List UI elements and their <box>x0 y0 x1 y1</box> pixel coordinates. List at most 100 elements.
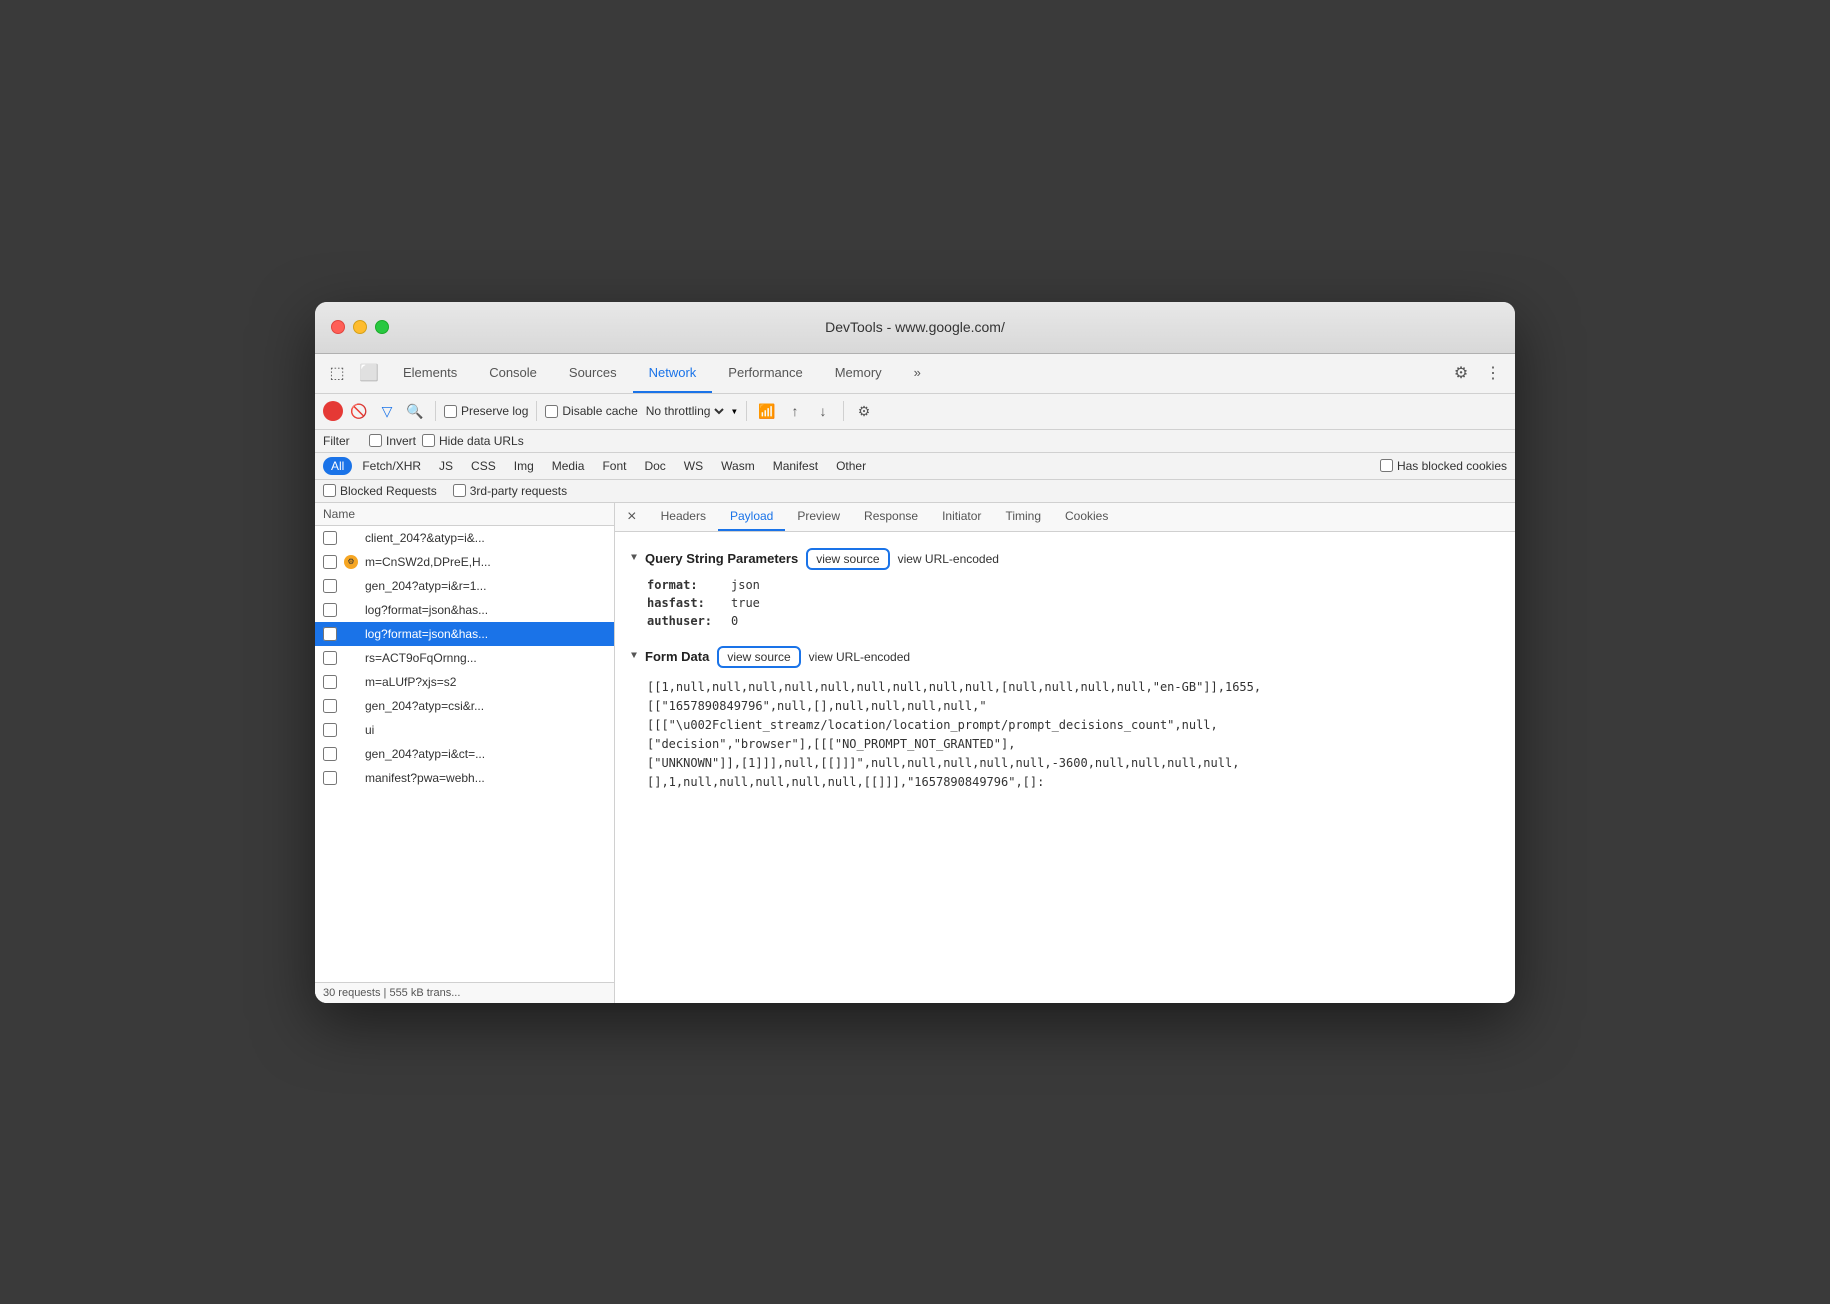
list-item-checkbox[interactable] <box>323 771 337 785</box>
list-item-name: m=CnSW2d,DPreE,H... <box>365 555 606 569</box>
wifi-icon[interactable]: 📶 <box>755 399 779 423</box>
list-item-icon <box>343 530 359 546</box>
preserve-log-checkbox[interactable] <box>444 405 457 418</box>
view-url-encoded-button-form[interactable]: view URL-encoded <box>809 650 910 664</box>
tab-performance[interactable]: Performance <box>712 353 818 393</box>
list-item-checkbox[interactable] <box>323 531 337 545</box>
filter-btn-css[interactable]: CSS <box>463 457 504 475</box>
blocked-requests-checkbox[interactable] <box>323 484 336 497</box>
download-icon[interactable]: ↓ <box>811 399 835 423</box>
filter-btn-all[interactable]: All <box>323 457 352 475</box>
form-data-title: Form Data <box>645 649 709 664</box>
filter-btn-font[interactable]: Font <box>594 457 634 475</box>
list-item[interactable]: client_204?&atyp=i&... <box>315 526 614 550</box>
hide-data-urls-checkbox[interactable] <box>422 434 435 447</box>
invert-checkbox[interactable] <box>369 434 382 447</box>
cursor-icon[interactable]: ⬚ <box>323 359 351 387</box>
list-item-selected[interactable]: log?format=json&has... <box>315 622 614 646</box>
list-item[interactable]: m=aLUfP?xjs=s2 <box>315 670 614 694</box>
view-source-button-query[interactable]: view source <box>806 548 889 570</box>
list-item-icon <box>343 626 359 642</box>
list-item[interactable]: rs=ACT9oFqOrnng... <box>315 646 614 670</box>
toolbar-right-icons: ⚙ ⋮ <box>1447 359 1507 387</box>
list-item-checkbox[interactable] <box>323 627 337 641</box>
tab-console[interactable]: Console <box>473 353 553 393</box>
list-item[interactable]: gen_204?atyp=csi&r... <box>315 694 614 718</box>
list-item-checkbox[interactable] <box>323 699 337 713</box>
device-icon[interactable]: ⬜ <box>355 359 383 387</box>
upload-icon[interactable]: ↑ <box>783 399 807 423</box>
filter-btn-other[interactable]: Other <box>828 457 874 475</box>
invert-label[interactable]: Invert <box>369 434 416 448</box>
third-party-label[interactable]: 3rd-party requests <box>453 484 567 498</box>
triangle-icon: ▼ <box>631 553 637 564</box>
has-blocked-cookies-checkbox[interactable] <box>1380 459 1393 472</box>
filter-icon[interactable]: ▽ <box>375 399 399 423</box>
filter-btn-doc[interactable]: Doc <box>636 457 673 475</box>
list-item-checkbox[interactable] <box>323 603 337 617</box>
preserve-log-label[interactable]: Preserve log <box>444 404 528 418</box>
list-item[interactable]: manifest?pwa=webh... <box>315 766 614 790</box>
filter-right: Has blocked cookies <box>1380 459 1507 473</box>
tab-memory[interactable]: Memory <box>819 353 898 393</box>
filter-btn-manifest[interactable]: Manifest <box>765 457 826 475</box>
tab-response[interactable]: Response <box>852 503 930 531</box>
third-party-checkbox[interactable] <box>453 484 466 497</box>
blocked-requests-label[interactable]: Blocked Requests <box>323 484 437 498</box>
tab-elements[interactable]: Elements <box>387 353 473 393</box>
list-item[interactable]: ui <box>315 718 614 742</box>
filter-btn-ws[interactable]: WS <box>676 457 711 475</box>
tab-preview[interactable]: Preview <box>785 503 852 531</box>
close-button[interactable] <box>331 320 345 334</box>
minimize-button[interactable] <box>353 320 367 334</box>
hide-data-urls-label[interactable]: Hide data URLs <box>422 434 524 448</box>
list-item[interactable]: gen_204?atyp=i&ct=... <box>315 742 614 766</box>
disable-cache-checkbox[interactable] <box>545 405 558 418</box>
list-item-checkbox[interactable] <box>323 579 337 593</box>
record-button[interactable] <box>323 401 343 421</box>
maximize-button[interactable] <box>375 320 389 334</box>
throttle-select[interactable]: No throttling <box>642 403 727 419</box>
tab-cookies[interactable]: Cookies <box>1053 503 1120 531</box>
view-url-encoded-button-query[interactable]: view URL-encoded <box>898 552 999 566</box>
filter-btn-fetch[interactable]: Fetch/XHR <box>354 457 429 475</box>
more-options-icon[interactable]: ⋮ <box>1479 359 1507 387</box>
panel-tab-bar: × Headers Payload Preview Response Initi… <box>615 503 1515 532</box>
tab-payload[interactable]: Payload <box>718 503 785 531</box>
list-item[interactable]: gen_204?atyp=i&r=1... <box>315 574 614 598</box>
list-item[interactable]: log?format=json&has... <box>315 598 614 622</box>
list-header: Name <box>315 503 614 526</box>
list-item-checkbox[interactable] <box>323 555 337 569</box>
settings-icon[interactable]: ⚙ <box>1447 359 1475 387</box>
disable-cache-label[interactable]: Disable cache <box>545 404 637 418</box>
form-data-line: [[1,null,null,null,null,null,null,null,n… <box>647 678 1499 697</box>
filter-btn-wasm[interactable]: Wasm <box>713 457 763 475</box>
tab-more[interactable]: » <box>898 353 937 393</box>
search-icon[interactable]: 🔍 <box>403 399 427 423</box>
network-list-items: client_204?&atyp=i&... ⚙ m=CnSW2d,DPreE,… <box>315 526 614 982</box>
list-item-checkbox[interactable] <box>323 651 337 665</box>
network-settings-icon[interactable]: ⚙ <box>852 399 876 423</box>
panel-close-button[interactable]: × <box>619 504 645 530</box>
filter-btn-img[interactable]: Img <box>506 457 542 475</box>
tab-initiator[interactable]: Initiator <box>930 503 993 531</box>
tab-network[interactable]: Network <box>633 353 713 393</box>
filter-btn-js[interactable]: JS <box>431 457 461 475</box>
filter-bar: Filter Invert Hide data URLs <box>315 430 1515 453</box>
list-item-icon <box>343 698 359 714</box>
filter-btn-media[interactable]: Media <box>544 457 593 475</box>
view-source-button-form[interactable]: view source <box>717 646 800 668</box>
has-blocked-cookies-label[interactable]: Has blocked cookies <box>1380 459 1507 473</box>
list-item-checkbox[interactable] <box>323 675 337 689</box>
tab-headers[interactable]: Headers <box>649 503 718 531</box>
divider-4 <box>843 401 844 421</box>
list-item[interactable]: ⚙ m=CnSW2d,DPreE,H... <box>315 550 614 574</box>
clear-icon[interactable]: 🚫 <box>347 399 371 423</box>
param-value: 0 <box>731 614 738 628</box>
list-item-checkbox[interactable] <box>323 747 337 761</box>
tab-sources[interactable]: Sources <box>553 353 633 393</box>
tab-timing[interactable]: Timing <box>993 503 1053 531</box>
list-item-icon <box>343 674 359 690</box>
form-data-line: [["1657890849796",null,[],null,null,null… <box>647 697 1499 716</box>
list-item-checkbox[interactable] <box>323 723 337 737</box>
